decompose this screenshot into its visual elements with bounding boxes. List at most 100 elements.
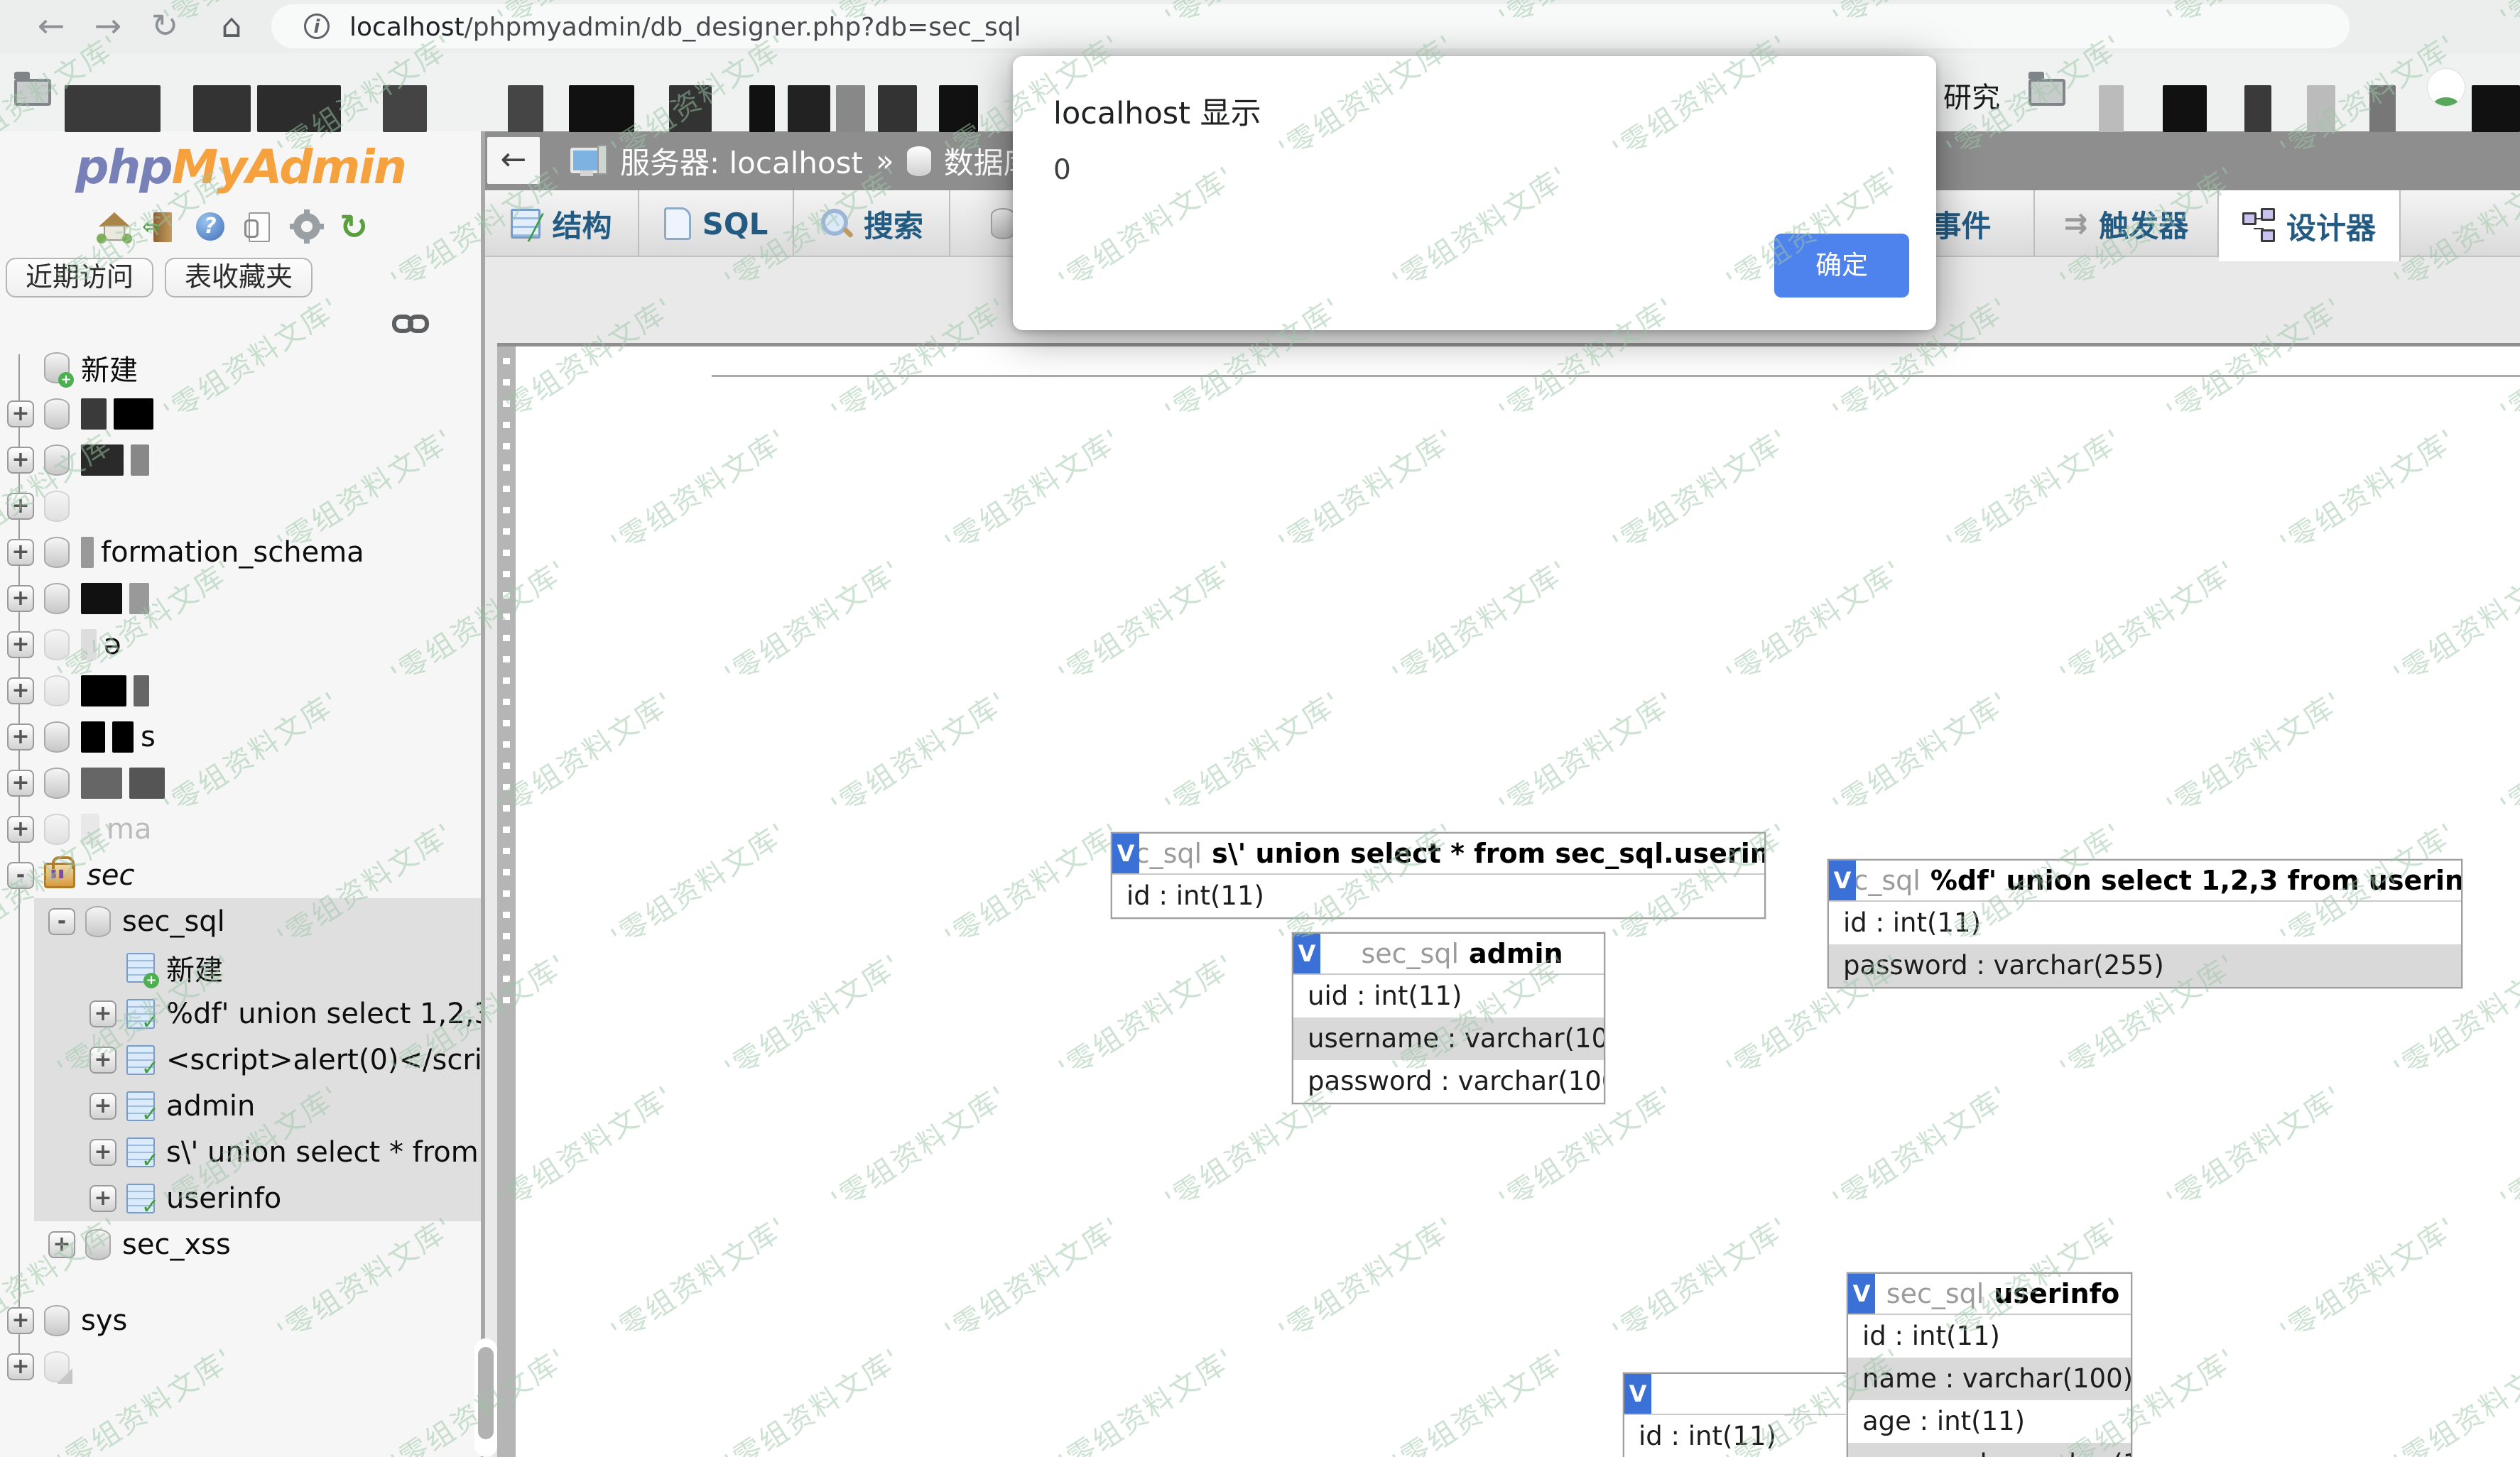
settings-gear-icon[interactable] — [291, 211, 324, 244]
tree-item-redacted[interactable]: + — [0, 483, 481, 529]
table-column[interactable]: name : varchar(100) — [1848, 1358, 2131, 1400]
collapse-icon[interactable]: - — [48, 908, 75, 935]
home-icon[interactable] — [98, 211, 131, 244]
redacted-bookmark[interactable] — [383, 85, 427, 132]
address-bar[interactable]: i localhost/phpmyadmin/db_designer.php?d… — [271, 4, 2350, 48]
redacted-bookmark[interactable] — [878, 85, 917, 132]
tree-item-redacted[interactable]: + — [0, 575, 481, 621]
table-column[interactable]: password : varchar(100) — [1293, 1060, 1604, 1103]
breadcrumb-server[interactable]: 服务器: localhost — [620, 139, 863, 182]
designer-side-menu[interactable] — [497, 346, 516, 1457]
tree-item-redacted[interactable]: + — [0, 437, 481, 483]
expand-icon[interactable]: + — [89, 1185, 116, 1212]
tree-item-redacted[interactable]: + — [0, 391, 481, 437]
expand-icon[interactable]: + — [89, 1139, 116, 1166]
redacted-bookmark[interactable] — [257, 85, 341, 132]
designer-table-s-union-select-from-sec-sql-userinfo[interactable]: Vsec_sqls\' union select * from sec_sql.… — [1111, 832, 1766, 919]
tree-item-formation-schema[interactable]: +formation_schema — [0, 529, 481, 575]
collapse-arrow-icon[interactable]: V — [1112, 834, 1139, 873]
expand-icon[interactable]: + — [7, 585, 34, 612]
collapse-icon[interactable]: - — [7, 862, 34, 889]
logout-door-icon[interactable]: ⇦ — [146, 211, 179, 244]
expand-icon[interactable]: + — [89, 1000, 116, 1027]
expand-icon[interactable]: + — [7, 447, 34, 474]
collapse-arrow-icon[interactable]: V — [1848, 1274, 1875, 1314]
tab-sql[interactable]: SQL — [639, 190, 794, 257]
panel-back-button[interactable]: ← — [487, 137, 540, 184]
sidebar-scrollbar[interactable] — [474, 1338, 497, 1457]
redacted-bookmark[interactable] — [836, 85, 865, 132]
expand-icon[interactable]: + — [7, 493, 34, 520]
tree-item-sys[interactable]: +sys — [0, 1297, 481, 1343]
table-header[interactable]: Vsec_sqladmin — [1293, 934, 1604, 975]
redacted-bookmark[interactable] — [2369, 85, 2396, 132]
table-column[interactable]: password : varchar(255) — [1829, 944, 2461, 987]
tab-structure[interactable]: 结构 — [485, 190, 639, 257]
redacted-bookmark[interactable] — [2163, 85, 2207, 132]
site-info-icon[interactable]: i — [304, 13, 330, 39]
documentation-icon[interactable] — [243, 211, 276, 244]
tree-item-s-union-select-from-s[interactable]: +s\' union select * from s — [0, 1129, 481, 1175]
tree-item-s[interactable]: +s — [0, 714, 481, 760]
collapse-arrow-icon[interactable]: V — [1624, 1374, 1651, 1414]
tree-item-redacted[interactable]: + — [0, 667, 481, 714]
table-column[interactable]: id : int(11) — [1848, 1315, 2131, 1358]
tree-item-sec-xss[interactable]: +sec_xss — [0, 1221, 481, 1267]
favorite-tables-button[interactable]: 表收藏夹 — [165, 258, 313, 298]
tree-item--df-union-select-1-2-3-fr[interactable]: +%df' union select 1,2,3 fr — [0, 991, 481, 1037]
tree-item-userinfo[interactable]: +userinfo — [0, 1175, 481, 1221]
forward-icon[interactable]: → — [87, 4, 129, 47]
redacted-bookmark[interactable] — [749, 85, 775, 132]
expand-icon[interactable]: + — [7, 539, 34, 566]
table-header[interactable]: Vsec_sqls\' union select * from sec_sql.… — [1112, 834, 1764, 875]
expand-icon[interactable]: + — [7, 631, 34, 658]
tab-search[interactable]: 搜索 — [794, 190, 950, 257]
expand-icon[interactable]: + — [7, 677, 34, 704]
expand-icon[interactable]: + — [48, 1231, 75, 1258]
bookmarks-folder-icon[interactable] — [14, 79, 51, 106]
expand-icon[interactable]: + — [7, 770, 34, 797]
redacted-bookmark[interactable] — [2244, 85, 2271, 132]
redacted-bookmark[interactable] — [65, 85, 161, 132]
expand-icon[interactable]: + — [89, 1047, 116, 1074]
collapse-arrow-icon[interactable]: V — [1293, 934, 1320, 973]
redacted-bookmark[interactable] — [2472, 85, 2520, 132]
tab-designer[interactable]: 设计器 — [2219, 190, 2401, 261]
table-header[interactable]: Vsec_sqluserinfo — [1848, 1274, 2131, 1315]
expand-icon[interactable]: + — [7, 724, 34, 751]
tree-item--[interactable]: +ə — [0, 621, 481, 667]
redacted-bookmark[interactable] — [2099, 85, 2124, 132]
tree-item-redacted[interactable]: + — [0, 1343, 481, 1390]
table-header[interactable]: Vsec_sql%df' union select 1,2,3 from use… — [1829, 861, 2461, 902]
tree-item-redacted[interactable]: + — [0, 760, 481, 806]
scrollbar-thumb[interactable] — [478, 1347, 494, 1439]
expand-icon[interactable]: + — [7, 400, 34, 427]
help-icon[interactable]: ? — [195, 211, 227, 244]
tree-item-ma[interactable]: +ma — [0, 806, 481, 852]
unlink-panel-icon[interactable] — [392, 315, 429, 333]
expand-icon[interactable]: + — [7, 1353, 34, 1380]
refresh-icon[interactable]: ↻ — [340, 211, 372, 244]
table-column[interactable]: age : int(11) — [1848, 1400, 2131, 1443]
expand-icon[interactable]: + — [7, 1307, 34, 1334]
table-column[interactable]: id : int(11) — [1112, 875, 1764, 917]
designer-table-admin[interactable]: Vsec_sqladminuid : int(11)username : var… — [1292, 932, 1605, 1104]
recent-tables-button[interactable]: 近期访问 — [6, 258, 153, 298]
tree-item--[interactable]: +新建 — [0, 344, 481, 391]
bookmarks-folder-icon[interactable] — [2029, 79, 2065, 106]
table-column[interactable]: password : varchar(100) — [1848, 1443, 2131, 1457]
table-column[interactable]: username : varchar(100) — [1293, 1017, 1604, 1060]
tree-item--script-alert-0-script-[interactable]: +<script>alert(0)</script> — [0, 1037, 481, 1083]
redacted-bookmark[interactable] — [2307, 85, 2335, 132]
designer-table-userinfo[interactable]: Vsec_sqluserinfoid : int(11)name : varch… — [1847, 1272, 2132, 1457]
reload-icon[interactable]: ↻ — [143, 4, 186, 47]
redacted-bookmark[interactable] — [939, 85, 978, 132]
redacted-bookmark[interactable] — [193, 85, 251, 132]
expand-icon[interactable]: + — [7, 816, 34, 843]
table-column[interactable]: id : int(11) — [1829, 902, 2461, 944]
collapse-arrow-icon[interactable]: V — [1829, 861, 1856, 900]
redacted-bookmark[interactable] — [788, 85, 830, 132]
back-icon[interactable]: ← — [30, 4, 72, 47]
table-column[interactable]: uid : int(11) — [1293, 975, 1604, 1017]
dialog-ok-button[interactable]: 确定 — [1774, 234, 1909, 298]
